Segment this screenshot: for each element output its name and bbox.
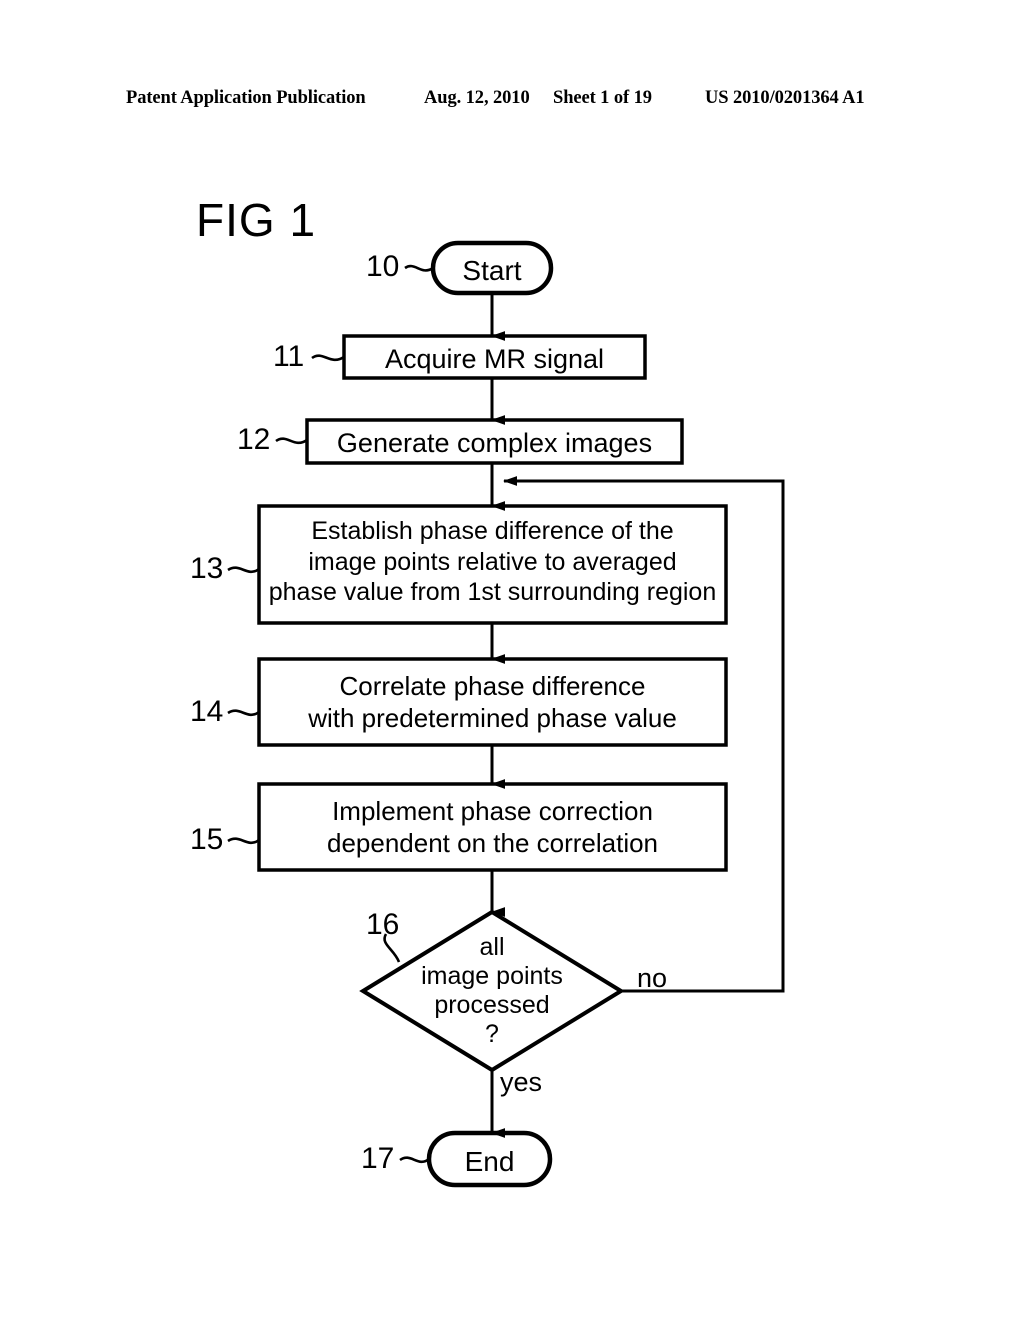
ref-number-14: 14: [190, 695, 224, 728]
ref-number-12: 12: [237, 423, 271, 456]
ref-number-13: 13: [190, 552, 224, 585]
node-end-shape: [426, 1130, 553, 1188]
edge-label-no: no: [637, 963, 668, 993]
leader-line-10: [404, 264, 434, 272]
figure-1-flowchart: FIG 1 Start Acquire MR signal Generate c…: [0, 0, 1024, 1320]
leader-line-13: [227, 566, 260, 574]
node-14-shape: [257, 657, 728, 747]
node-11-shape: [342, 334, 647, 380]
node-12-shape: [305, 418, 684, 465]
leader-line-17: [399, 1156, 430, 1164]
edge-label-yes: yes: [500, 1067, 543, 1097]
ref-number-16: 16: [366, 908, 400, 941]
leader-line-11: [311, 354, 345, 362]
ref-number-17: 17: [361, 1142, 395, 1175]
node-15-shape: [257, 782, 728, 872]
leader-line-14: [227, 709, 260, 717]
node-13-shape: [257, 504, 728, 625]
leader-line-12: [275, 437, 308, 445]
ref-number-11: 11: [273, 340, 305, 373]
leader-line-15: [227, 837, 260, 845]
ref-number-15: 15: [190, 823, 224, 856]
node-16-label: all image points processed ?: [421, 933, 563, 1048]
flowchart-diagram: [227, 240, 785, 1188]
node-start-shape: [430, 240, 554, 296]
ref-number-10: 10: [366, 250, 400, 283]
